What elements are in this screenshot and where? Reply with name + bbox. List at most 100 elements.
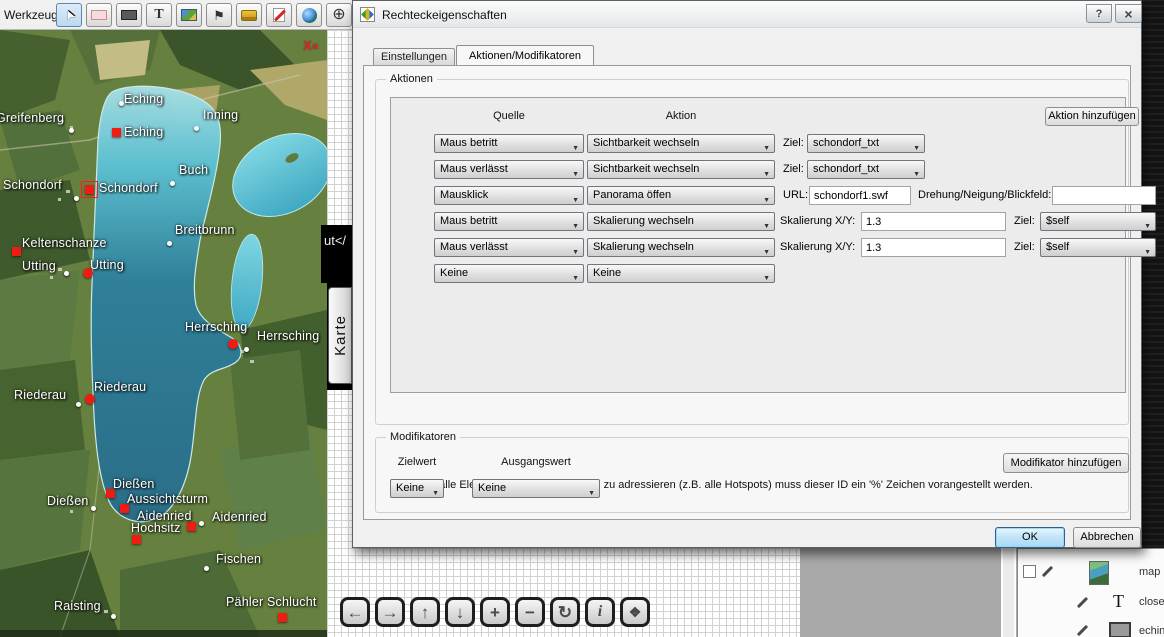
action-select[interactable]: Sichtbarkeit wechseln: [587, 160, 775, 179]
crosshair-icon: ⊕: [332, 7, 345, 23]
action-select[interactable]: Sichtbarkeit wechseln: [587, 134, 775, 153]
action-select[interactable]: Panorama öffen: [587, 186, 775, 205]
poi-dot-marker: [170, 181, 175, 186]
add-action-button[interactable]: Aktion hinzufügen: [1045, 107, 1139, 126]
modifier-target-select[interactable]: Keine: [390, 479, 444, 498]
poi-flag-tool-button[interactable]: ⚑: [206, 3, 232, 27]
ziel-label: Ziel:: [783, 163, 804, 175]
poi-dot-marker: [69, 128, 74, 133]
source-select[interactable]: Maus verlässt: [434, 160, 584, 179]
combo-value: schondorf_txt: [813, 137, 879, 149]
aktionen-group-label: Aktionen: [386, 73, 437, 85]
tab-einstellungen[interactable]: Einstellungen: [373, 48, 455, 65]
source-select[interactable]: Maus betritt: [434, 212, 584, 231]
scale-input[interactable]: [861, 238, 1006, 257]
close-button[interactable]: ×: [1115, 4, 1142, 23]
pan-down-button[interactable]: ↓: [445, 597, 475, 627]
source-select[interactable]: Keine: [434, 264, 584, 283]
ziel-label: Ziel:: [783, 137, 804, 149]
action-select[interactable]: Skalierung wechseln: [587, 212, 775, 231]
combo-value: $self: [1046, 241, 1069, 253]
pan-left-button[interactable]: ←: [340, 597, 370, 627]
help-button[interactable]: ?: [1086, 4, 1112, 23]
combo-value: Panorama öffen: [593, 189, 671, 201]
dark-rectangle-icon: [121, 10, 137, 20]
action-row-1: Maus betritt Sichtbarkeit wechseln Ziel:…: [391, 134, 1127, 153]
map-label: Eching: [124, 92, 163, 106]
fullscreen-button[interactable]: ❖: [620, 597, 650, 627]
scale-input[interactable]: [861, 212, 1006, 231]
map-label: Aidenried: [212, 510, 267, 524]
right-dark-panel: [1140, 0, 1164, 637]
web-tool-button[interactable]: [296, 3, 322, 27]
source-select[interactable]: Maus betritt: [434, 134, 584, 153]
text-overlay-box: ut</: [321, 225, 352, 283]
combo-value: Maus betritt: [440, 137, 497, 149]
modifier-initial-select[interactable]: Keine: [472, 479, 600, 498]
poi-dot-marker: [244, 347, 249, 352]
source-select[interactable]: Maus verlässt: [434, 238, 584, 257]
add-modifier-button[interactable]: Modifikator hinzufügen: [1003, 453, 1129, 473]
map-tool-button[interactable]: [176, 3, 202, 27]
target-select[interactable]: $self: [1040, 238, 1156, 257]
select-tool-button[interactable]: ➤: [56, 3, 82, 27]
edit-pencil-icon: [1077, 597, 1088, 608]
tree-row-map[interactable]: map ( 12: [1018, 561, 1164, 587]
flag-icon: ⚑: [213, 9, 225, 22]
target-tool-button[interactable]: ⊕: [326, 3, 352, 27]
combo-value: Skalierung wechseln: [593, 241, 694, 253]
note-tool-button[interactable]: [266, 3, 292, 27]
checkbox[interactable]: [1023, 565, 1036, 578]
action-select[interactable]: Skalierung wechseln: [587, 238, 775, 257]
rectangle-tool-button[interactable]: [86, 3, 112, 27]
tree-row-echin[interactable]: echin: [1018, 621, 1164, 637]
reset-view-button[interactable]: ↻: [550, 597, 580, 627]
source-select[interactable]: Mausklick: [434, 186, 584, 205]
tab-aktionen-modifikatoren[interactable]: Aktionen/Modifikatoren: [456, 45, 594, 65]
map-viewport[interactable]: EchingGreifenbergInningEchingBuchSchondo…: [0, 30, 327, 637]
target-select[interactable]: schondorf_txt: [807, 134, 925, 153]
toolbar-label: Werkzeug:: [4, 8, 61, 22]
info-button[interactable]: i: [585, 597, 615, 627]
combo-value: Maus betritt: [440, 215, 497, 227]
target-select[interactable]: $self: [1040, 212, 1156, 231]
cancel-button[interactable]: Abbrechen: [1073, 527, 1141, 548]
hotspot-marker[interactable]: [112, 128, 121, 137]
pan-right-button[interactable]: →: [375, 597, 405, 627]
tab-karte-label: Karte: [332, 315, 349, 356]
tab-karte[interactable]: Karte: [328, 287, 352, 384]
pan-tilt-fov-input[interactable]: [1052, 186, 1156, 205]
tree-row-label: close: [1139, 596, 1164, 608]
hotspot-marker[interactable]: [228, 339, 238, 349]
edit-pencil-icon: [1042, 566, 1053, 577]
poi-dot-marker: [74, 196, 79, 201]
dark-rectangle-tool-button[interactable]: [116, 3, 142, 27]
ziel-label: Ziel:: [1014, 241, 1035, 253]
zoom-out-button[interactable]: −: [515, 597, 545, 627]
action-select[interactable]: Keine: [587, 264, 775, 283]
map-label: Keltenschanze: [22, 236, 107, 250]
target-select[interactable]: schondorf_txt: [807, 160, 925, 179]
map-label: Utting: [90, 258, 124, 272]
hotspot-marker[interactable]: [132, 535, 141, 544]
url-input[interactable]: [809, 186, 911, 205]
close-x-marker[interactable]: X«: [303, 38, 319, 53]
hotspot-marker[interactable]: [85, 394, 95, 404]
map-label: Raisting: [54, 599, 101, 613]
tree-row-close[interactable]: T close: [1018, 591, 1164, 617]
text-icon: T: [154, 7, 163, 23]
hotspot-marker[interactable]: [187, 522, 196, 531]
dialog-titlebar[interactable]: Rechteckeigenschaften ? ×: [353, 1, 1141, 28]
sms-tool-button[interactable]: [236, 3, 262, 27]
hotspot-marker[interactable]: [12, 247, 21, 256]
map-thumbnail: [1089, 561, 1109, 585]
zoom-in-button[interactable]: +: [480, 597, 510, 627]
map-label: Pähler Schlucht: [226, 595, 317, 609]
pan-up-button[interactable]: ↑: [410, 597, 440, 627]
action-row-3: Mausklick Panorama öffen URL: Drehung/Ne…: [391, 186, 1127, 205]
url-label: URL:: [783, 189, 808, 201]
poi-dot-marker: [76, 402, 81, 407]
text-tool-button[interactable]: T: [146, 3, 172, 27]
ok-button[interactable]: OK: [995, 527, 1065, 548]
hotspot-marker[interactable]: [278, 613, 287, 622]
